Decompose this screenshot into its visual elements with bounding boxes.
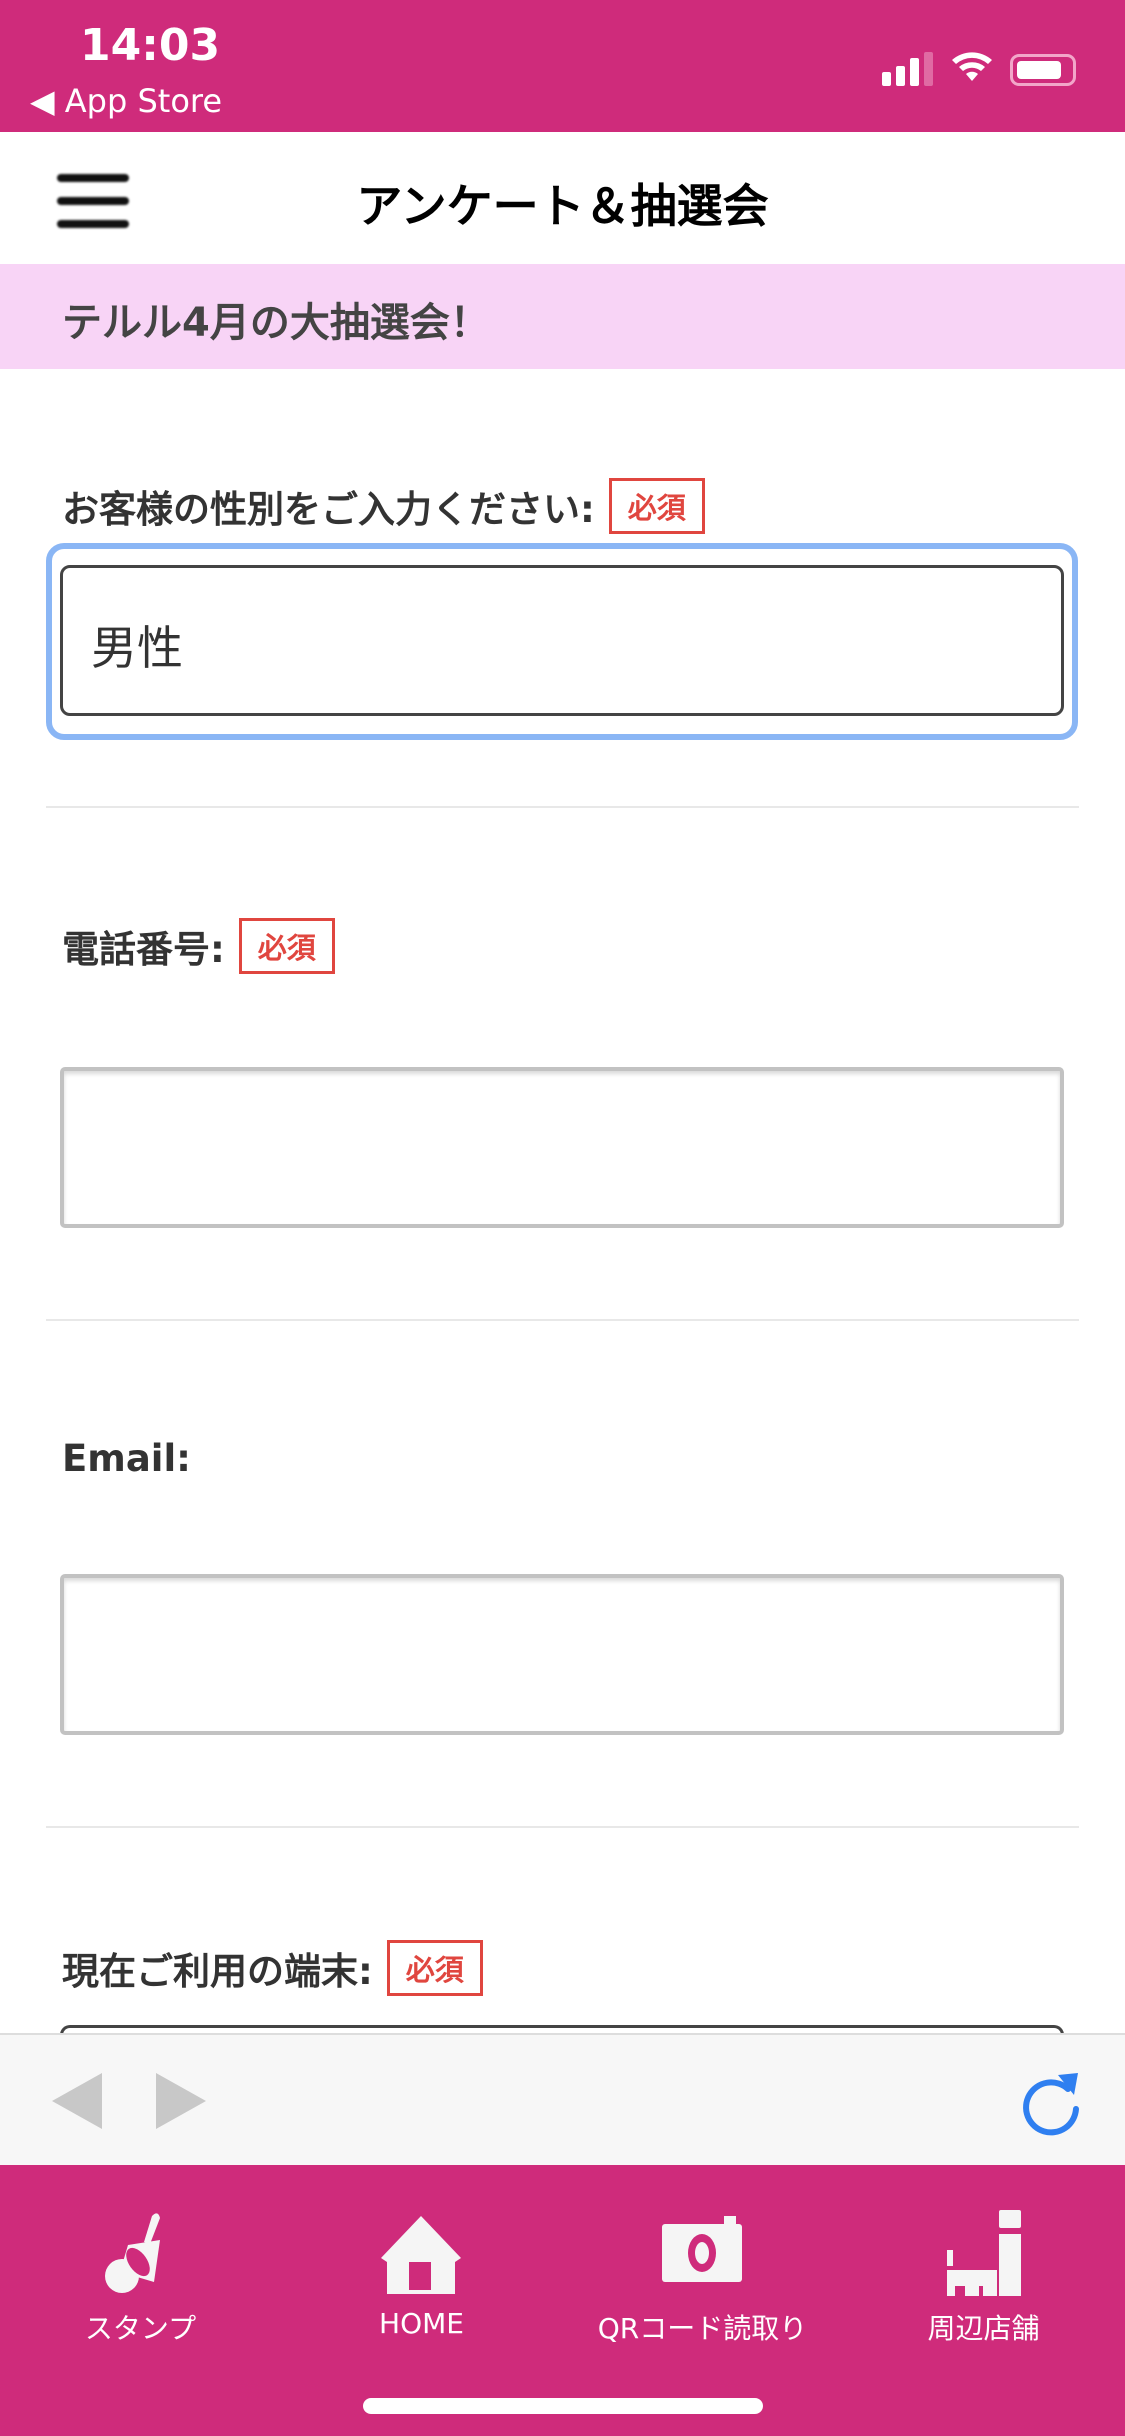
field-label: 電話番号: xyxy=(62,928,225,971)
tab-label: 周辺店舗 xyxy=(927,2312,1040,2345)
status-bar: 14:03 ◀ App Store xyxy=(0,0,1125,132)
triangle-left-icon[interactable] xyxy=(52,2073,102,2129)
gender-label: お客様の性別をご入力ください: 必須 xyxy=(62,478,705,534)
home-icon xyxy=(381,2216,461,2294)
email-input[interactable] xyxy=(60,1574,1064,1735)
wifi-icon xyxy=(952,52,992,81)
signal-icon xyxy=(882,52,933,86)
field-label: 現在ご利用の端末: xyxy=(62,1950,373,1993)
page-title: アンケート＆抽選会 xyxy=(356,179,769,233)
triangle-right-icon[interactable] xyxy=(156,2073,206,2129)
tab-nearby-stores[interactable]: 周辺店舗 xyxy=(843,2165,1124,2375)
tab-label: スタンプ xyxy=(84,2312,197,2345)
required-badge: 必須 xyxy=(386,1940,483,1996)
email-label: Email: xyxy=(62,1437,191,1480)
field-label: お客様の性別をご入力ください: xyxy=(62,488,595,531)
gender-select[interactable]: 男性 xyxy=(60,565,1064,716)
reload-icon[interactable] xyxy=(1018,2067,1084,2137)
campaign-banner: テルル4月の大抽選会！ xyxy=(0,264,1125,369)
stamp-icon xyxy=(105,2213,160,2293)
camera-icon xyxy=(662,2216,742,2282)
required-badge: 必須 xyxy=(608,478,705,534)
tab-label: HOME xyxy=(379,2307,464,2340)
device-label: 現在ご利用の端末: 必須 xyxy=(62,1940,483,1996)
phone-label: 電話番号: 必須 xyxy=(62,918,335,974)
app-header: アンケート＆抽選会 xyxy=(0,132,1125,264)
divider xyxy=(46,1826,1079,1828)
home-indicator[interactable] xyxy=(363,2398,763,2414)
status-time: 14:03 xyxy=(80,20,221,71)
map-pin-icon xyxy=(947,2210,1021,2296)
divider xyxy=(46,1319,1079,1321)
tab-stamp[interactable]: スタンプ xyxy=(0,2165,281,2375)
required-badge: 必須 xyxy=(238,918,335,974)
tab-qr-reader[interactable]: QRコード読取り xyxy=(562,2165,843,2375)
tab-home[interactable]: HOME xyxy=(281,2165,562,2375)
divider xyxy=(46,806,1079,808)
field-label: Email: xyxy=(62,1437,191,1480)
battery-icon xyxy=(1010,54,1076,86)
tab-label: QRコード読取り xyxy=(597,2312,808,2345)
browser-toolbar xyxy=(0,2033,1125,2165)
tab-bar: スタンプ HOME QRコード読取り 周辺店舗 xyxy=(0,2165,1125,2436)
phone-input[interactable] xyxy=(60,1067,1064,1228)
back-to-app-store[interactable]: ◀ App Store xyxy=(30,82,222,120)
